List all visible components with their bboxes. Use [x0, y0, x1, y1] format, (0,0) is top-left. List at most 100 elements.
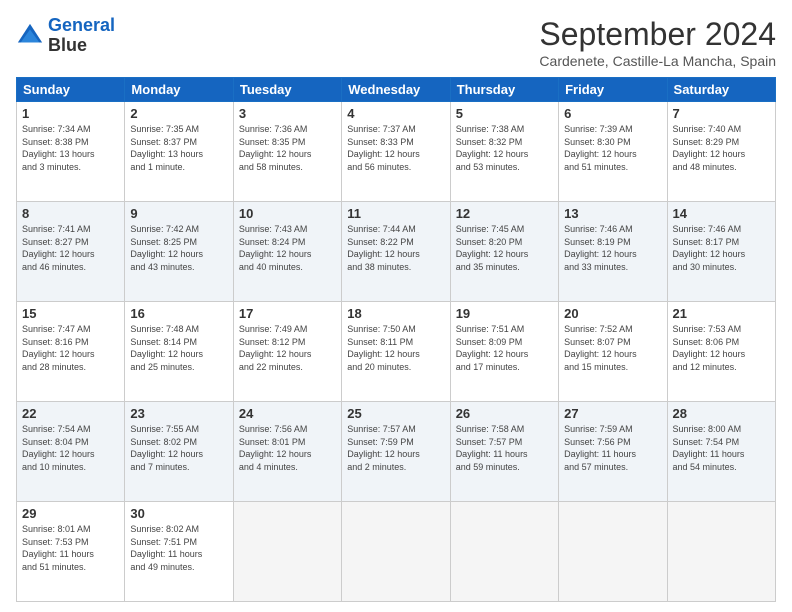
day-number: 12	[456, 206, 553, 221]
day-number: 11	[347, 206, 444, 221]
header: General Blue September 2024 Cardenete, C…	[16, 16, 776, 69]
day-info: Sunrise: 7:44 AM Sunset: 8:22 PM Dayligh…	[347, 223, 444, 273]
page: General Blue September 2024 Cardenete, C…	[0, 0, 792, 612]
calendar-cell: 5 Sunrise: 7:38 AM Sunset: 8:32 PM Daylig…	[450, 102, 558, 202]
calendar-cell: 12 Sunrise: 7:45 AM Sunset: 8:20 PM Dayli…	[450, 202, 558, 302]
calendar-cell: 10 Sunrise: 7:43 AM Sunset: 8:24 PM Dayli…	[233, 202, 341, 302]
calendar-cell: 25Sunrise: 7:57 AM Sunset: 7:59 PM Dayli…	[342, 402, 450, 502]
calendar-cell: 22 Sunrise: 7:54 AM Sunset: 8:04 PM Dayli…	[17, 402, 125, 502]
calendar-cell: 14Sunrise: 7:46 AM Sunset: 8:17 PM Dayli…	[667, 202, 775, 302]
day-info: Sunrise: 7:50 AM Sunset: 8:11 PM Dayligh…	[347, 323, 444, 373]
subtitle: Cardenete, Castille-La Mancha, Spain	[539, 53, 776, 69]
day-number: 4	[347, 106, 444, 121]
day-number: 25	[347, 406, 444, 421]
day-info: Sunrise: 8:02 AM Sunset: 7:51 PM Dayligh…	[130, 523, 227, 573]
calendar-cell: 9Sunrise: 7:42 AM Sunset: 8:25 PM Daylig…	[125, 202, 233, 302]
col-tuesday: Tuesday	[233, 78, 341, 102]
calendar-cell: 20Sunrise: 7:52 AM Sunset: 8:07 PM Dayli…	[559, 302, 667, 402]
day-info: Sunrise: 7:39 AM Sunset: 8:30 PM Dayligh…	[564, 123, 661, 173]
day-number: 13	[564, 206, 661, 221]
title-block: September 2024 Cardenete, Castille-La Ma…	[539, 16, 776, 69]
calendar-cell: 21 Sunrise: 7:53 AM Sunset: 8:06 PM Dayli…	[667, 302, 775, 402]
day-number: 3	[239, 106, 336, 121]
day-info: Sunrise: 7:38 AM Sunset: 8:32 PM Dayligh…	[456, 123, 553, 173]
day-info: Sunrise: 8:00 AM Sunset: 7:54 PM Dayligh…	[673, 423, 770, 473]
col-saturday: Saturday	[667, 78, 775, 102]
calendar-cell: 7 Sunrise: 7:40 AM Sunset: 8:29 PM Daylig…	[667, 102, 775, 202]
day-info: Sunrise: 7:36 AM Sunset: 8:35 PM Dayligh…	[239, 123, 336, 173]
calendar-cell	[233, 502, 341, 602]
calendar-cell: 24 Sunrise: 7:56 AM Sunset: 8:01 PM Dayli…	[233, 402, 341, 502]
day-number: 24	[239, 406, 336, 421]
day-number: 23	[130, 406, 227, 421]
calendar-week-5: 29Sunrise: 8:01 AM Sunset: 7:53 PM Dayli…	[17, 502, 776, 602]
day-info: Sunrise: 7:45 AM Sunset: 8:20 PM Dayligh…	[456, 223, 553, 273]
calendar-cell: 17 Sunrise: 7:49 AM Sunset: 8:12 PM Dayli…	[233, 302, 341, 402]
day-info: Sunrise: 7:43 AM Sunset: 8:24 PM Dayligh…	[239, 223, 336, 273]
day-number: 7	[673, 106, 770, 121]
calendar-cell: 15 Sunrise: 7:47 AM Sunset: 8:16 PM Dayli…	[17, 302, 125, 402]
day-number: 21	[673, 306, 770, 321]
day-number: 5	[456, 106, 553, 121]
day-number: 29	[22, 506, 119, 521]
calendar-cell: 26Sunrise: 7:58 AM Sunset: 7:57 PM Dayli…	[450, 402, 558, 502]
calendar-cell: 13 Sunrise: 7:46 AM Sunset: 8:19 PM Dayli…	[559, 202, 667, 302]
calendar-table: Sunday Monday Tuesday Wednesday Thursday…	[16, 77, 776, 602]
calendar-week-4: 22 Sunrise: 7:54 AM Sunset: 8:04 PM Dayli…	[17, 402, 776, 502]
day-number: 17	[239, 306, 336, 321]
logo-text: General Blue	[48, 16, 115, 56]
day-info: Sunrise: 7:40 AM Sunset: 8:29 PM Dayligh…	[673, 123, 770, 173]
day-info: Sunrise: 7:41 AM Sunset: 8:27 PM Dayligh…	[22, 223, 119, 273]
header-row: Sunday Monday Tuesday Wednesday Thursday…	[17, 78, 776, 102]
day-number: 15	[22, 306, 119, 321]
calendar-cell	[342, 502, 450, 602]
calendar-cell: 11 Sunrise: 7:44 AM Sunset: 8:22 PM Dayli…	[342, 202, 450, 302]
calendar-cell: 28 Sunrise: 8:00 AM Sunset: 7:54 PM Dayli…	[667, 402, 775, 502]
day-info: Sunrise: 7:52 AM Sunset: 8:07 PM Dayligh…	[564, 323, 661, 373]
day-number: 8	[22, 206, 119, 221]
calendar-cell: 4Sunrise: 7:37 AM Sunset: 8:33 PM Daylig…	[342, 102, 450, 202]
day-number: 19	[456, 306, 553, 321]
calendar-cell	[559, 502, 667, 602]
day-info: Sunrise: 7:46 AM Sunset: 8:19 PM Dayligh…	[564, 223, 661, 273]
col-sunday: Sunday	[17, 78, 125, 102]
day-number: 18	[347, 306, 444, 321]
calendar-cell: 3 Sunrise: 7:36 AM Sunset: 8:35 PM Daylig…	[233, 102, 341, 202]
day-number: 1	[22, 106, 119, 121]
calendar-week-1: 1Sunrise: 7:34 AM Sunset: 8:38 PM Daylig…	[17, 102, 776, 202]
day-number: 9	[130, 206, 227, 221]
day-info: Sunrise: 7:59 AM Sunset: 7:56 PM Dayligh…	[564, 423, 661, 473]
col-wednesday: Wednesday	[342, 78, 450, 102]
day-number: 27	[564, 406, 661, 421]
day-info: Sunrise: 7:51 AM Sunset: 8:09 PM Dayligh…	[456, 323, 553, 373]
day-info: Sunrise: 7:47 AM Sunset: 8:16 PM Dayligh…	[22, 323, 119, 373]
day-info: Sunrise: 7:49 AM Sunset: 8:12 PM Dayligh…	[239, 323, 336, 373]
day-number: 26	[456, 406, 553, 421]
day-number: 6	[564, 106, 661, 121]
day-number: 2	[130, 106, 227, 121]
calendar-cell: 27 Sunrise: 7:59 AM Sunset: 7:56 PM Dayli…	[559, 402, 667, 502]
calendar-cell	[450, 502, 558, 602]
calendar-cell: 6 Sunrise: 7:39 AM Sunset: 8:30 PM Daylig…	[559, 102, 667, 202]
day-info: Sunrise: 7:54 AM Sunset: 8:04 PM Dayligh…	[22, 423, 119, 473]
col-monday: Monday	[125, 78, 233, 102]
calendar-week-2: 8 Sunrise: 7:41 AM Sunset: 8:27 PM Daylig…	[17, 202, 776, 302]
day-info: Sunrise: 7:53 AM Sunset: 8:06 PM Dayligh…	[673, 323, 770, 373]
day-number: 16	[130, 306, 227, 321]
month-title: September 2024	[539, 16, 776, 53]
calendar-cell: 29Sunrise: 8:01 AM Sunset: 7:53 PM Dayli…	[17, 502, 125, 602]
calendar-cell: 23Sunrise: 7:55 AM Sunset: 8:02 PM Dayli…	[125, 402, 233, 502]
calendar-week-3: 15 Sunrise: 7:47 AM Sunset: 8:16 PM Dayli…	[17, 302, 776, 402]
calendar-cell: 2Sunrise: 7:35 AM Sunset: 8:37 PM Daylig…	[125, 102, 233, 202]
day-number: 22	[22, 406, 119, 421]
calendar-cell: 19 Sunrise: 7:51 AM Sunset: 8:09 PM Dayli…	[450, 302, 558, 402]
day-number: 30	[130, 506, 227, 521]
day-number: 28	[673, 406, 770, 421]
day-number: 14	[673, 206, 770, 221]
calendar-cell: 1Sunrise: 7:34 AM Sunset: 8:38 PM Daylig…	[17, 102, 125, 202]
col-friday: Friday	[559, 78, 667, 102]
calendar-cell: 16Sunrise: 7:48 AM Sunset: 8:14 PM Dayli…	[125, 302, 233, 402]
logo: General Blue	[16, 16, 115, 56]
day-info: Sunrise: 7:56 AM Sunset: 8:01 PM Dayligh…	[239, 423, 336, 473]
day-number: 10	[239, 206, 336, 221]
